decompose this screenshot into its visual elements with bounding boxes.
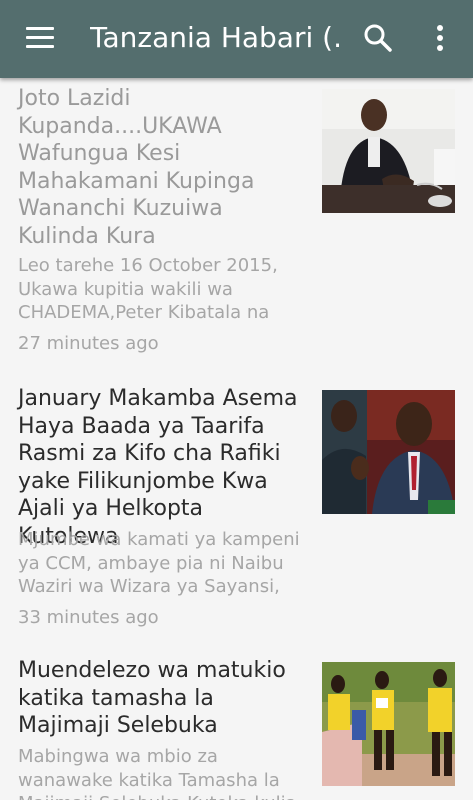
article-list: Joto Lazidi Kupanda....UKAWA Wafungua Ke… [0,78,473,800]
article-time: 33 minutes ago [18,607,159,628]
article-item-joto-lazidi[interactable]: Joto Lazidi Kupanda....UKAWA Wafungua Ke… [0,78,473,378]
article-headline: January Makamba Asema Haya Baada ya Taar… [18,386,298,549]
article-snippet: Leo tarehe 16 October 2015, Ukawa kupiti… [18,255,278,323]
more-vert-icon[interactable] [425,20,455,56]
article-time: 27 minutes ago [18,333,159,354]
article-snippet: Mabingwa wa mbio za wanawake katika Tama… [18,746,297,800]
article-item-majimaji-selebuka[interactable]: Muendelezo wa matukio katika tamasha la … [0,650,473,800]
article-snippet: Mjumbe wa kamati ya kampeni ya CCM, amba… [18,529,300,597]
article-thumbnail [322,662,455,786]
article-item-january-makamba[interactable]: January Makamba Asema Haya Baada ya Taar… [0,378,473,650]
article-headline: Muendelezo wa matukio katika tamasha la … [18,658,286,738]
article-thumbnail [322,89,455,213]
article-headline: Joto Lazidi Kupanda....UKAWA Wafungua Ke… [18,86,255,249]
search-icon[interactable] [360,20,396,56]
hamburger-menu-icon[interactable] [24,24,58,54]
app-bar: Tanzania Habari (... [0,0,473,78]
page-title: Tanzania Habari (... [90,21,340,54]
article-thumbnail [322,390,455,514]
